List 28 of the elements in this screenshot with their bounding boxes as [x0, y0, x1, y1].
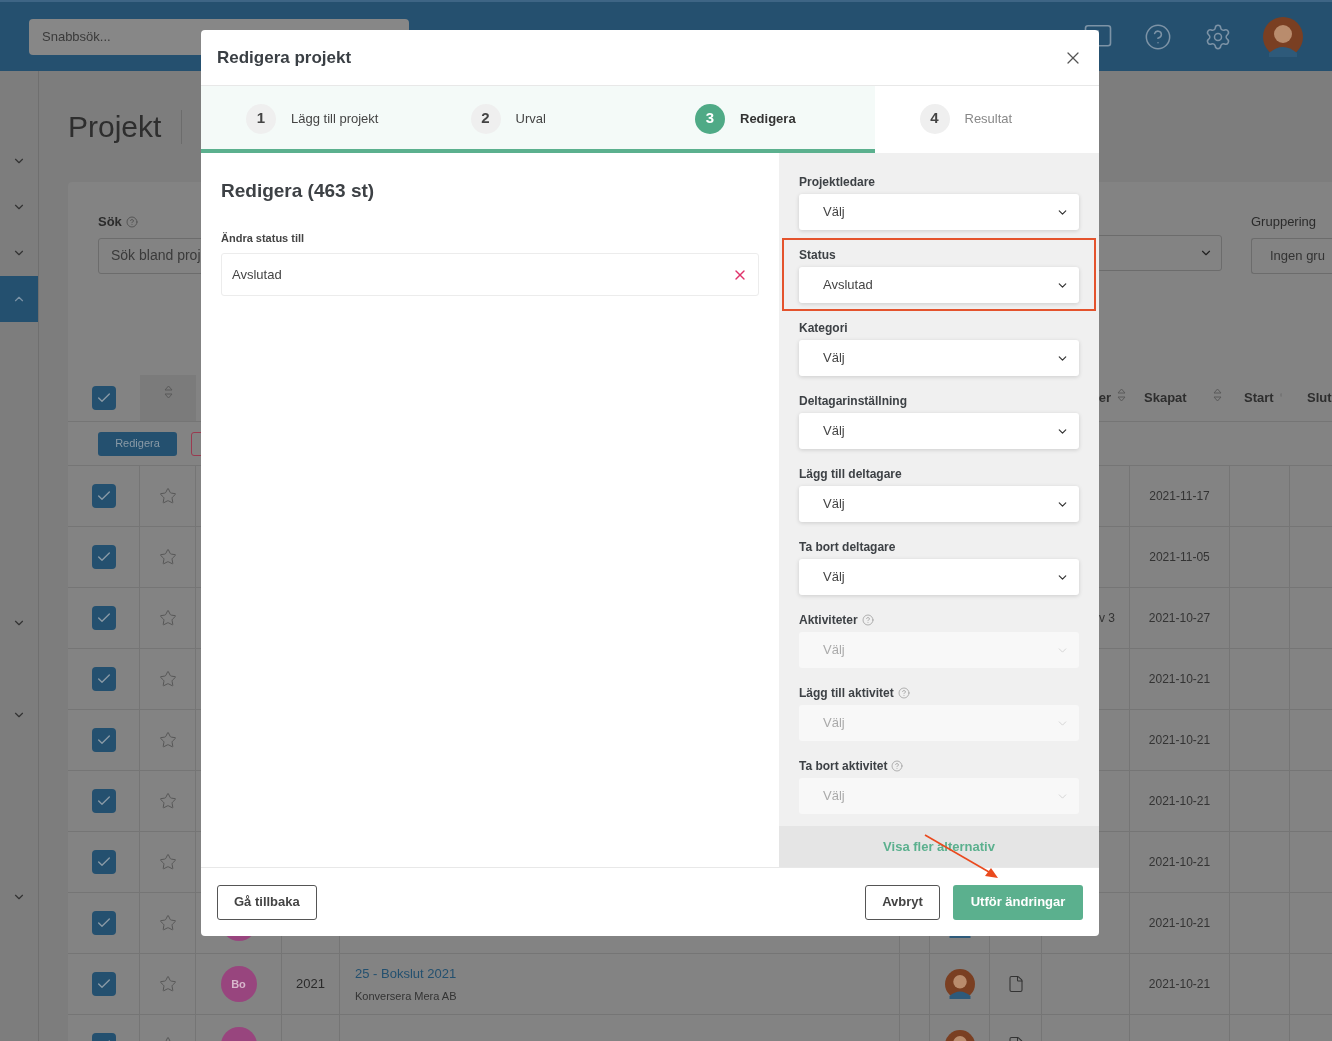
field-label: Kategori	[799, 319, 848, 337]
created-date: 2021-10-21	[1148, 671, 1211, 688]
created-date: 2021-10-21	[1148, 793, 1211, 810]
field-label: Aktiviteter	[799, 611, 858, 629]
created-date: 2021-10-21	[1148, 915, 1211, 932]
created-date: 2021-11-17	[1149, 488, 1210, 505]
created-date: 2021-10-27	[1148, 610, 1211, 627]
field-label: Ta bort aktivitet	[799, 757, 888, 775]
status-change-label: Ändra status till	[221, 230, 306, 246]
field-label: Status	[799, 246, 836, 264]
edit-heading: Redigera (463 st)	[221, 179, 376, 203]
field-label: Lägg till deltagare	[799, 465, 902, 483]
created-date: 2021-10-21	[1148, 854, 1211, 871]
field-label: Deltagarinställning	[799, 392, 908, 410]
field-label: Projektledare	[799, 173, 876, 191]
initials-badge: Bo	[220, 966, 257, 1002]
dialog-title: Redigera projekt	[217, 46, 352, 69]
search-label: Sök	[98, 213, 122, 231]
table-cell-text: v 3	[1099, 610, 1115, 627]
page-title: Projekt	[68, 109, 183, 144]
grouping-label: Gruppering	[1251, 213, 1318, 231]
year-text: 2021	[296, 975, 325, 994]
created-date: 2021-10-21	[1148, 976, 1211, 993]
created-date: 2021-10-21	[1148, 732, 1211, 749]
field-label: Ta bort deltagare	[799, 538, 896, 556]
field-label: Lägg till aktivitet	[799, 684, 894, 702]
created-date: 2021-11-05	[1149, 549, 1210, 566]
client-text: Konversera Mera AB	[355, 988, 457, 1004]
